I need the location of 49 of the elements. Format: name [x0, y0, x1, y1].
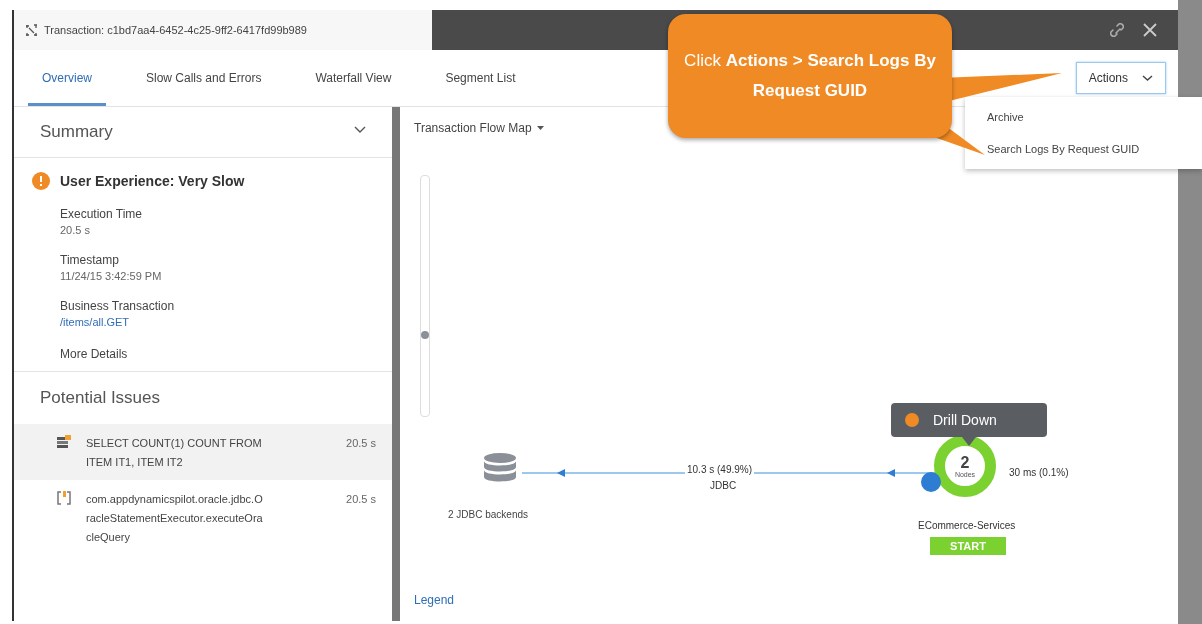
issue-text: com.appdynamicspilot.oracle.jdbc.OracleStatementExecutor.executeOracleQuery	[86, 492, 264, 545]
database-icon	[483, 452, 517, 484]
tab[interactable]: Segment List	[431, 50, 530, 106]
window-title: Transaction: c1bd7aa4-6452-4c25-9ff2-6417fd99b989	[44, 24, 307, 36]
field-label: Execution Time	[60, 207, 144, 221]
legend-link[interactable]: Legend	[414, 593, 455, 607]
issue-text: SELECT COUNT(1) COUNT FROM ITEM IT1, ITEM IT2	[86, 436, 263, 470]
edge-time-label: 10.3 s (49.9%)	[685, 464, 755, 475]
tab[interactable]: Overview	[28, 50, 106, 106]
issue-row[interactable]: SELECT COUNT(1) COUNT FROM ITEM IT1, ITEM IT2 20.5 s	[14, 424, 392, 480]
backend-label: 2 JDBC backends	[448, 509, 529, 520]
field-label: Timestamp	[60, 253, 120, 267]
tooltip-text: Drill Down	[933, 412, 997, 428]
issue-time: 20.5 s	[346, 492, 376, 507]
section-title: Potential Issues	[40, 388, 160, 408]
chevron-down-icon	[1142, 74, 1153, 82]
user-experience-status: User Experience: Very Slow	[60, 173, 245, 189]
slider-thumb[interactable]	[421, 331, 429, 340]
edge-type-label: JDBC	[710, 480, 737, 491]
tab[interactable]: Slow Calls and Errors	[132, 50, 276, 106]
drill-down-tooltip[interactable]: Drill Down	[891, 403, 1047, 437]
database-icon	[56, 434, 72, 450]
transaction-icon	[24, 23, 38, 37]
issue-time: 20.5 s	[346, 436, 376, 451]
brackets-icon	[56, 490, 72, 506]
tooltip-pointer	[962, 437, 976, 446]
business-transaction-link[interactable]: /items/all.GET	[60, 316, 372, 328]
warning-icon	[32, 172, 50, 190]
menu-item[interactable]: Archive	[965, 101, 1202, 133]
tier-name: ECommerce-Services	[918, 520, 1016, 531]
link-icon[interactable]	[1110, 23, 1124, 37]
actions-dropdown-button[interactable]: Actions	[1075, 62, 1166, 94]
field-value: 11/24/15 3:42:59 PM	[60, 270, 163, 282]
tier-time-label: 30 ms (0.1%)	[1009, 467, 1069, 478]
start-badge: START	[930, 537, 1006, 555]
field-value: 20.5 s	[60, 224, 91, 236]
zoom-slider[interactable]	[420, 175, 430, 417]
caret-icon	[536, 126, 544, 130]
warning-icon	[905, 413, 919, 427]
menu-item[interactable]: Search Logs By Request GUID	[965, 133, 1202, 165]
field-label: Business Transaction	[60, 299, 176, 313]
close-icon[interactable]	[1142, 22, 1158, 38]
section-title: Summary	[40, 122, 113, 142]
more-details-link[interactable]: More Details	[60, 347, 372, 361]
callout-bubble: Click Actions > Search Logs By Request GUID	[668, 14, 952, 138]
tab[interactable]: Waterfall View	[301, 50, 406, 106]
node-count: 2	[960, 454, 970, 471]
flow-map-dropdown[interactable]: Transaction Flow Map	[414, 121, 544, 135]
issue-row[interactable]: com.appdynamicspilot.oracle.jdbc.OracleStatementExecutor.executeOracleQuery 20.5 s	[14, 480, 392, 555]
